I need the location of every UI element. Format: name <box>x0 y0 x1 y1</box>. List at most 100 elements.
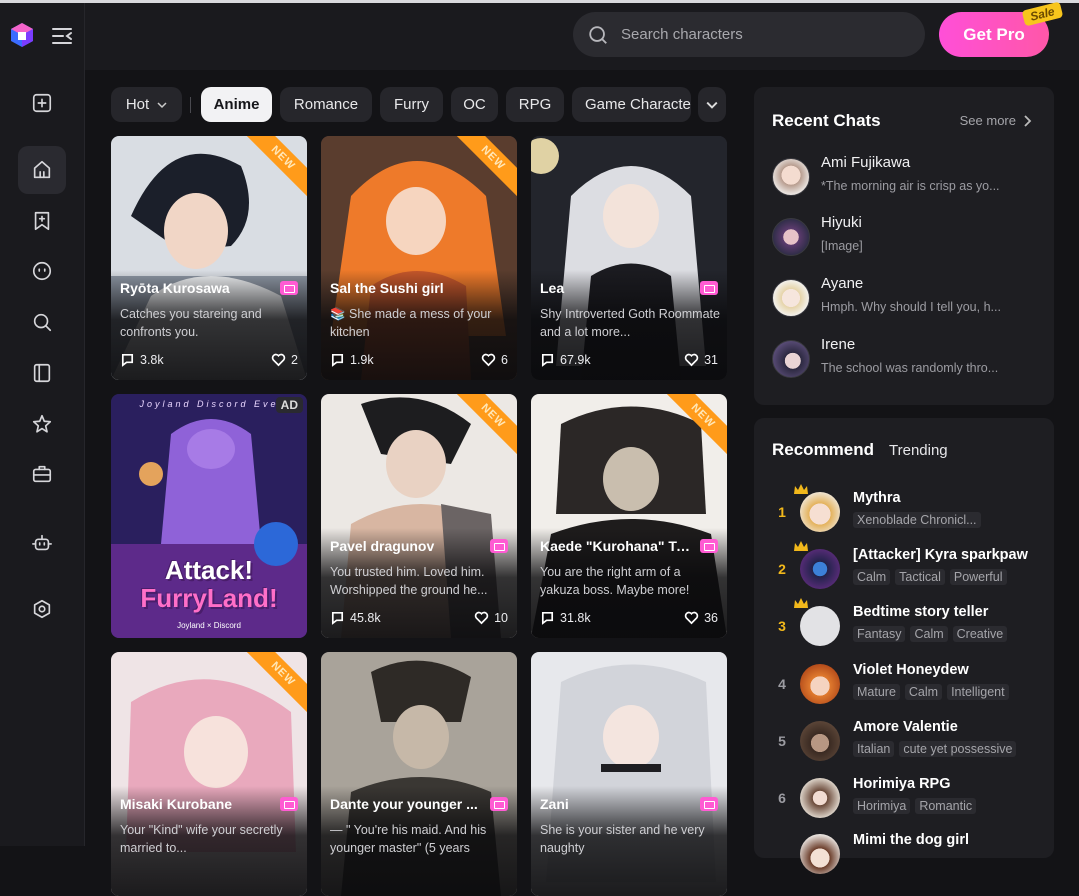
tag[interactable]: Italian <box>853 741 895 757</box>
like-count[interactable]: 36 <box>684 610 718 625</box>
tag[interactable]: cute yet possessive <box>899 741 1017 757</box>
recommend-name: Violet Honeydew <box>853 662 969 678</box>
tag[interactable]: Calm <box>853 569 891 585</box>
rank-number: 2 <box>778 561 786 577</box>
character-card[interactable]: NEW Ryōta Kurosawa Catches you stareing … <box>111 136 307 380</box>
tab-oc[interactable]: OC <box>451 87 498 122</box>
nav-creators[interactable] <box>18 400 66 448</box>
character-card[interactable]: Zani She is your sister and he very naug… <box>531 652 727 896</box>
rank-number: 1 <box>778 504 786 520</box>
tag[interactable]: Xenoblade Chronicl... <box>853 512 981 528</box>
crown-icon <box>794 541 808 551</box>
tab-game-characters[interactable]: Game Characte <box>572 87 691 122</box>
recommend-item[interactable]: 1 Mythra Xenoblade Chronicl... <box>772 484 1042 540</box>
tag-list: Xenoblade Chronicl... <box>853 512 981 528</box>
tab-furry[interactable]: Furry <box>380 87 443 122</box>
recent-chat-item[interactable]: Hiyuki [Image] <box>772 214 1042 264</box>
sidebar <box>0 3 85 846</box>
character-card[interactable]: NEW Kaede "Kurohana" Ta... You are the r… <box>531 394 727 638</box>
tag[interactable]: Powerful <box>949 569 1007 585</box>
recommend-item[interactable]: Mimi the dog girl <box>772 832 1042 882</box>
tag[interactable]: Tactical <box>895 569 945 585</box>
character-card[interactable]: NEW Sal the Sushi girl 📚 She made a mess… <box>321 136 517 380</box>
like-count[interactable]: 2 <box>271 352 298 367</box>
nav-saved[interactable] <box>18 197 66 245</box>
tab-rpg[interactable]: RPG <box>506 87 564 122</box>
like-count-value: 2 <box>291 352 298 367</box>
tab-trending[interactable]: Trending <box>889 442 948 459</box>
card-stats: 3.8k 2 <box>120 352 298 367</box>
character-card[interactable]: Dante your younger ... — " You're his ma… <box>321 652 517 896</box>
chat-bubble-icon <box>331 611 344 625</box>
tag[interactable]: Intelligent <box>947 684 1009 700</box>
nav-settings[interactable] <box>18 585 66 633</box>
sort-dropdown[interactable]: Hot <box>111 87 182 122</box>
recommend-item[interactable]: 3 Bedtime story teller Fantasy Calm Crea… <box>772 598 1042 654</box>
nav-search[interactable] <box>18 298 66 346</box>
nav-bots[interactable] <box>18 519 66 567</box>
card-stats: 31.8k 36 <box>540 610 718 625</box>
chat-bubble-icon <box>541 611 554 625</box>
tag[interactable]: Calm <box>904 684 943 700</box>
nav-stories[interactable] <box>18 349 66 397</box>
nav-home[interactable] <box>18 146 66 194</box>
recommend-item[interactable]: 6 Horimiya RPG Horimiya Romantic <box>772 776 1042 826</box>
like-count[interactable]: 10 <box>474 610 508 625</box>
recommend-item[interactable]: 4 Violet Honeydew Mature Calm Intelligen… <box>772 662 1042 712</box>
see-more-link[interactable]: See more <box>960 113 1032 128</box>
chevron-down-icon <box>706 101 718 109</box>
tag-list: Calm Tactical Powerful <box>853 569 1007 585</box>
ad-headline-line1: Attack! <box>164 555 254 585</box>
recent-chat-item[interactable]: Ami Fujikawa *The morning air is crisp a… <box>772 154 1042 204</box>
tag[interactable]: Horimiya <box>853 798 911 814</box>
like-count[interactable]: 6 <box>481 352 508 367</box>
character-card[interactable]: NEW Pavel dragunov You trusted him. Love… <box>321 394 517 638</box>
card-title: Dante your younger ... <box>330 796 478 812</box>
sort-label: Hot <box>125 96 150 113</box>
search-icon <box>589 25 607 44</box>
card-title: Sal the Sushi girl <box>330 280 444 296</box>
tag[interactable]: Romantic <box>915 798 977 814</box>
create-button[interactable] <box>18 79 66 127</box>
robot-icon <box>32 534 52 551</box>
menu-collapse-icon[interactable] <box>50 25 74 47</box>
tag[interactable]: Fantasy <box>853 626 906 642</box>
ad-card[interactable]: Joyland Discord Eve AD Attack! FurryLand… <box>111 394 307 638</box>
chat-name: Irene <box>821 336 856 353</box>
tag[interactable]: Creative <box>952 626 1008 642</box>
tag-list: Fantasy Calm Creative <box>853 626 1008 642</box>
ad-badge: AD <box>275 397 303 413</box>
app-logo-icon[interactable] <box>8 21 36 49</box>
like-count-value: 31 <box>704 352 718 367</box>
chat-count: 45.8k <box>330 610 381 625</box>
character-card[interactable]: Lea Shy Introverted Goth Roommate and a … <box>531 136 727 380</box>
chat-count: 3.8k <box>120 352 164 367</box>
more-filters-button[interactable] <box>698 87 726 122</box>
gallery-icon <box>490 797 508 811</box>
character-card[interactable]: NEW Misaki Kurobane Your "Kind" wife you… <box>111 652 307 896</box>
tab-romance[interactable]: Romance <box>280 87 372 122</box>
recent-chat-item[interactable]: Ayane Hmph. Why should I tell you, h... <box>772 275 1042 325</box>
chat-bubble-icon <box>541 353 554 367</box>
nav-chats[interactable] <box>18 247 66 295</box>
tab-recommend[interactable]: Recommend <box>772 440 874 460</box>
tag-list: Mature Calm Intelligent <box>853 684 1009 700</box>
recommend-item[interactable]: 2 [Attacker] Kyra sparkpaw Calm Tactical… <box>772 541 1042 597</box>
chat-preview: [Image] <box>821 239 863 253</box>
recent-chat-item[interactable]: Irene The school was randomly thro... <box>772 336 1042 386</box>
avatar <box>772 158 810 196</box>
like-count[interactable]: 31 <box>684 352 718 367</box>
ad-headline: Attack! FurryLand! <box>111 556 307 612</box>
search-bar[interactable] <box>573 12 925 57</box>
card-title: Ryōta Kurosawa <box>120 280 230 296</box>
recommend-item[interactable]: 5 Amore Valentie Italian cute yet posses… <box>772 719 1042 769</box>
card-title: Kaede "Kurohana" Ta... <box>540 538 690 554</box>
search-input[interactable] <box>619 25 899 44</box>
card-title: Zani <box>540 796 569 812</box>
tab-anime[interactable]: Anime <box>201 87 272 122</box>
ad-headline-line2: FurryLand! <box>140 583 278 613</box>
tag[interactable]: Mature <box>853 684 900 700</box>
like-count-value: 10 <box>494 610 508 625</box>
tag[interactable]: Calm <box>910 626 948 642</box>
nav-jobs[interactable] <box>18 450 66 498</box>
